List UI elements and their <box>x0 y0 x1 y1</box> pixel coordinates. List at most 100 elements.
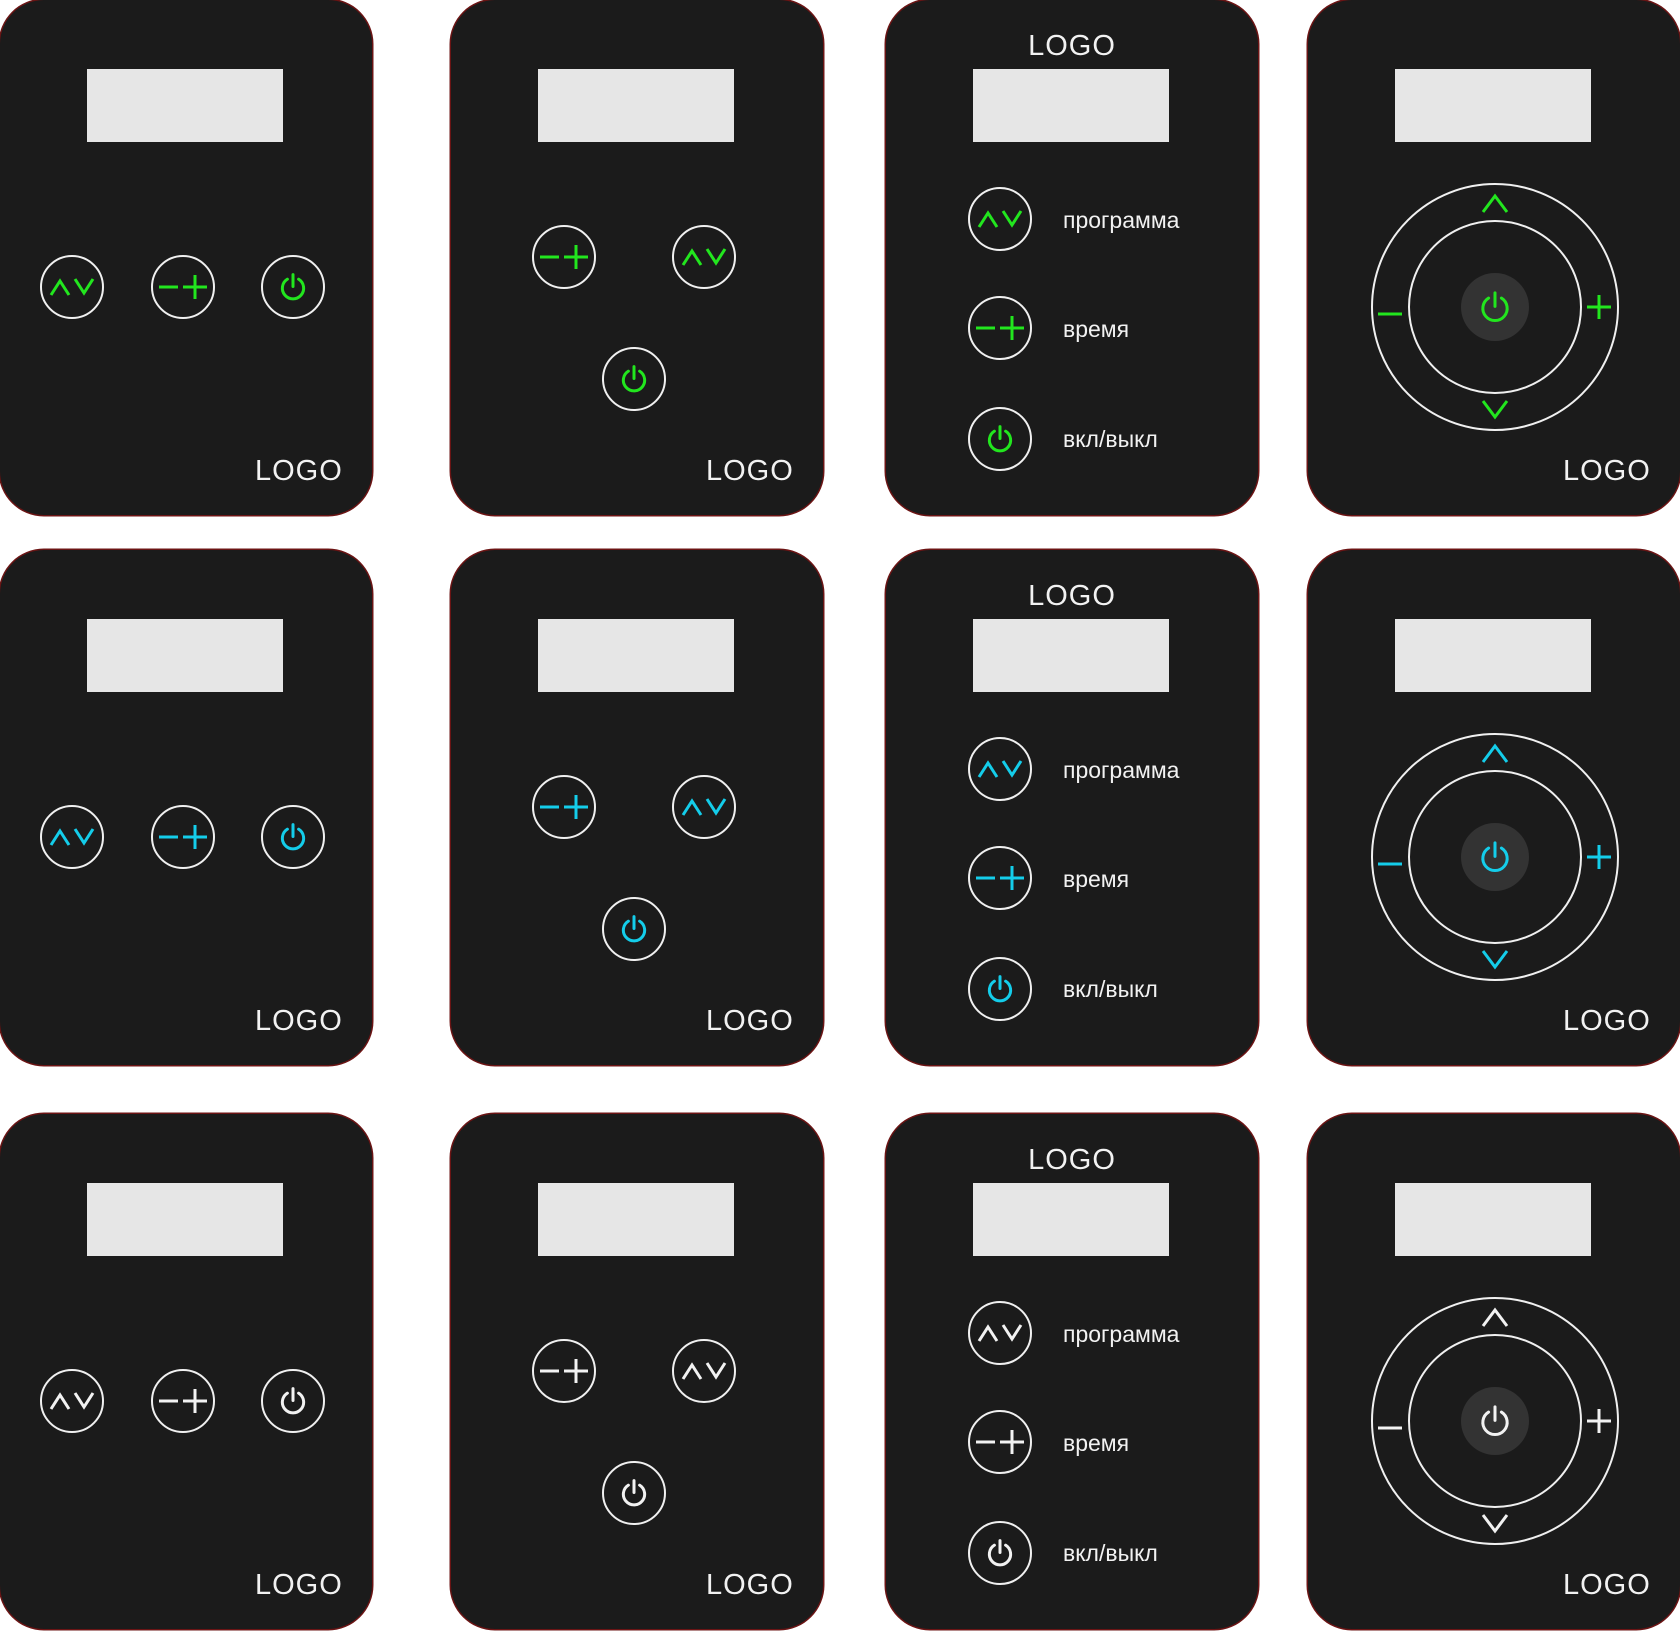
down-button[interactable] <box>1481 1511 1509 1540</box>
power-label: вкл/выкл <box>1063 976 1158 1002</box>
mode-button[interactable] <box>40 1369 104 1433</box>
chevron-up-icon <box>1481 743 1509 763</box>
power-icon <box>621 365 647 393</box>
chevron-down-icon <box>1481 1514 1509 1534</box>
display-screen <box>1395 619 1591 692</box>
control-panel-labeled-list: LOGO программа время вкл/выкл <box>886 550 1258 1065</box>
minus-plus-icon <box>540 245 588 269</box>
minus-plus-icon <box>976 866 1024 890</box>
power-icon <box>1481 291 1509 323</box>
center-power-button[interactable] <box>1461 823 1529 891</box>
minus-icon <box>1378 312 1402 316</box>
plus-icon <box>1587 845 1611 869</box>
time-button[interactable] <box>968 1410 1032 1474</box>
mode-button[interactable] <box>40 805 104 869</box>
up-down-icon <box>977 1324 1023 1342</box>
logo-text: LOGO <box>1563 1005 1651 1037</box>
power-button[interactable] <box>261 1369 325 1433</box>
down-button[interactable] <box>1481 397 1509 426</box>
logo-text: LOGO <box>1563 455 1651 487</box>
logo-text: LOGO <box>1563 1569 1651 1601</box>
up-down-icon <box>977 760 1023 778</box>
logo-text: LOGO <box>1028 1144 1116 1176</box>
display-screen <box>87 1183 283 1256</box>
display-screen <box>538 69 734 142</box>
minus-button[interactable] <box>1377 1418 1403 1436</box>
mode-button[interactable] <box>672 1339 736 1403</box>
power-icon <box>280 823 306 851</box>
program-label: программа <box>1063 1321 1180 1347</box>
adjust-button[interactable] <box>151 805 215 869</box>
adjust-button[interactable] <box>532 775 596 839</box>
up-down-icon <box>49 828 95 846</box>
power-button[interactable] <box>968 407 1032 471</box>
up-button[interactable] <box>1481 1306 1509 1335</box>
power-button[interactable] <box>968 957 1032 1021</box>
time-label: время <box>1063 316 1130 342</box>
adjust-button[interactable] <box>532 1339 596 1403</box>
up-down-icon <box>49 1392 95 1410</box>
up-down-icon <box>681 1362 727 1380</box>
minus-button[interactable] <box>1377 854 1403 872</box>
chevron-up-icon <box>1481 193 1509 213</box>
power-button[interactable] <box>261 805 325 869</box>
program-button[interactable] <box>968 737 1032 801</box>
time-button[interactable] <box>968 296 1032 360</box>
power-button[interactable] <box>602 347 666 411</box>
program-button[interactable] <box>968 187 1032 251</box>
chevron-down-icon <box>1481 950 1509 970</box>
program-button[interactable] <box>968 1301 1032 1365</box>
minus-plus-icon <box>540 795 588 819</box>
control-panel-ring-controller: LOGO <box>1308 550 1680 1065</box>
adjust-button[interactable] <box>151 255 215 319</box>
logo-text: LOGO <box>255 455 343 487</box>
plus-button[interactable] <box>1586 844 1612 875</box>
control-panel-triangle-layout: LOGO <box>451 550 823 1065</box>
down-button[interactable] <box>1481 947 1509 976</box>
power-button[interactable] <box>602 897 666 961</box>
control-panel-three-button-row: LOGO <box>0 550 372 1065</box>
logo-text: LOGO <box>255 1569 343 1601</box>
display-screen <box>538 619 734 692</box>
minus-plus-icon <box>159 275 207 299</box>
mode-button[interactable] <box>40 255 104 319</box>
up-down-icon <box>681 798 727 816</box>
power-label: вкл/выкл <box>1063 426 1158 452</box>
power-button[interactable] <box>968 1521 1032 1585</box>
mode-button[interactable] <box>672 775 736 839</box>
chevron-down-icon <box>1481 400 1509 420</box>
display-screen <box>1395 1183 1591 1256</box>
control-panel-three-button-row: LOGO <box>0 1114 372 1629</box>
control-panel-ring-controller: LOGO <box>1308 1114 1680 1629</box>
time-button[interactable] <box>968 846 1032 910</box>
chevron-up-icon <box>1481 1307 1509 1327</box>
up-down-icon <box>49 278 95 296</box>
adjust-button[interactable] <box>532 225 596 289</box>
up-down-icon <box>977 210 1023 228</box>
display-screen <box>1395 69 1591 142</box>
minus-plus-icon <box>976 316 1024 340</box>
minus-button[interactable] <box>1377 304 1403 322</box>
time-label: время <box>1063 866 1130 892</box>
minus-icon <box>1378 862 1402 866</box>
display-screen <box>87 69 283 142</box>
center-power-button[interactable] <box>1461 273 1529 341</box>
power-button[interactable] <box>602 1461 666 1525</box>
center-power-button[interactable] <box>1461 1387 1529 1455</box>
mode-button[interactable] <box>672 225 736 289</box>
adjust-button[interactable] <box>151 1369 215 1433</box>
power-button[interactable] <box>261 255 325 319</box>
plus-button[interactable] <box>1586 1408 1612 1439</box>
power-icon <box>1481 1405 1509 1437</box>
logo-text: LOGO <box>706 1005 794 1037</box>
plus-icon <box>1587 1409 1611 1433</box>
control-panel-triangle-layout: LOGO <box>451 0 823 515</box>
power-icon <box>280 1387 306 1415</box>
program-label: программа <box>1063 207 1180 233</box>
minus-plus-icon <box>159 1389 207 1413</box>
display-screen <box>973 1183 1169 1256</box>
power-icon <box>1481 841 1509 873</box>
plus-button[interactable] <box>1586 294 1612 325</box>
up-button[interactable] <box>1481 192 1509 221</box>
up-button[interactable] <box>1481 742 1509 771</box>
